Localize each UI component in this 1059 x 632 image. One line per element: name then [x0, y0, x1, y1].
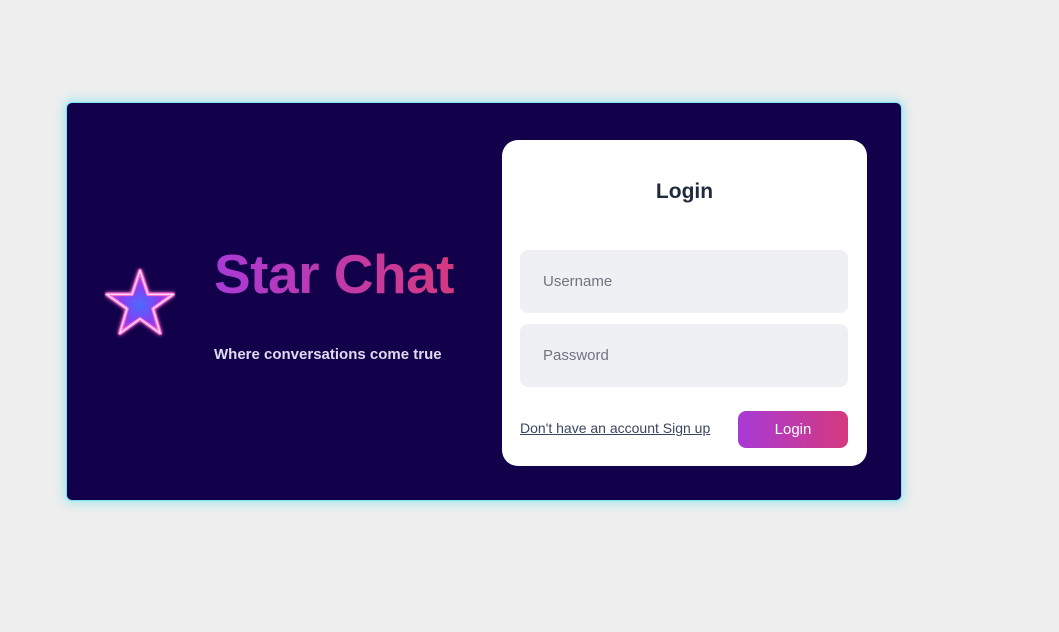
password-input[interactable] [520, 324, 848, 387]
brand-title: Star Chat [214, 243, 455, 305]
hero-card: Star Chat Where conversations come true … [66, 102, 902, 501]
username-input[interactable] [520, 250, 848, 313]
login-heading: Login [655, 180, 714, 203]
login-button[interactable]: Login [738, 411, 848, 448]
page: Star Chat Where conversations come true … [0, 0, 1059, 632]
signup-link[interactable]: Don't have an account Sign up [520, 420, 710, 436]
brand-tagline: Where conversations come true [214, 346, 442, 363]
star-icon [105, 268, 175, 336]
login-form: Login Don't have an account Sign up Logi… [502, 140, 867, 466]
